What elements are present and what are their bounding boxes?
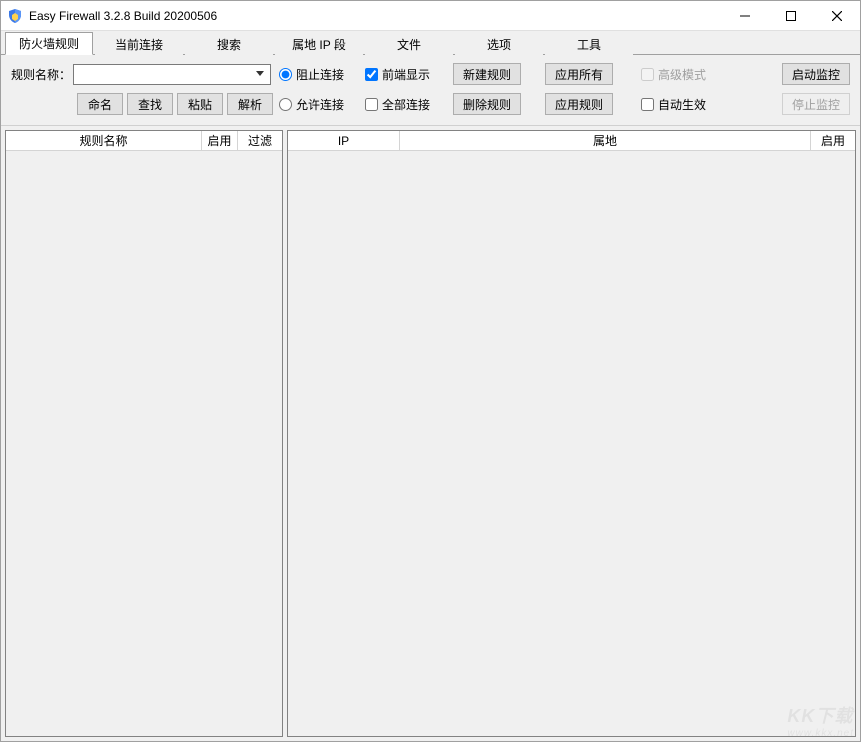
delete-rule-button[interactable]: 删除规则 xyxy=(453,93,521,115)
check-front-display[interactable]: 前端显示 xyxy=(365,66,443,83)
radio-allow-connection[interactable]: 允许连接 xyxy=(279,96,357,113)
toolbar-row-1: 规则名称： 阻止连接 前端显示 新建规则 应用所有 高级模 xyxy=(11,61,850,87)
name-button[interactable]: 命名 xyxy=(77,93,123,115)
col-ip[interactable]: IP xyxy=(288,131,400,150)
col-filter[interactable]: 过滤 xyxy=(238,131,282,150)
rules-list-body[interactable] xyxy=(6,151,282,736)
rule-name-label: 规则名称： xyxy=(11,66,73,83)
check-auto-effect[interactable]: 自动生效 xyxy=(641,96,719,113)
app-window: Easy Firewall 3.2.8 Build 20200506 防火墙规则… xyxy=(0,0,861,742)
col-enabled[interactable]: 启用 xyxy=(202,131,238,150)
check-all-connections[interactable]: 全部连接 xyxy=(365,96,443,113)
close-button[interactable] xyxy=(814,1,860,31)
parse-button[interactable]: 解析 xyxy=(227,93,273,115)
col-rule-name[interactable]: 规则名称 xyxy=(6,131,202,150)
tab-firewall-rules[interactable]: 防火墙规则 xyxy=(5,32,93,55)
app-shield-icon xyxy=(7,8,23,24)
stop-monitor-button: 停止监控 xyxy=(782,93,850,115)
window-title: Easy Firewall 3.2.8 Build 20200506 xyxy=(29,9,217,23)
tab-current-connections[interactable]: 当前连接 xyxy=(95,32,183,55)
apply-rule-button[interactable]: 应用规则 xyxy=(545,93,613,115)
rule-name-combo[interactable] xyxy=(73,64,271,85)
rules-panel: 规则名称 启用 过滤 xyxy=(5,130,283,737)
tab-tools[interactable]: 工具 xyxy=(545,32,633,55)
tab-file[interactable]: 文件 xyxy=(365,32,453,55)
tab-search[interactable]: 搜索 xyxy=(185,32,273,55)
ip-panel: IP 属地 启用 xyxy=(287,130,856,737)
paste-button[interactable]: 粘贴 xyxy=(177,93,223,115)
toolbar: 规则名称： 阻止连接 前端显示 新建规则 应用所有 高级模 xyxy=(1,55,860,126)
rules-column-headers: 规则名称 启用 过滤 xyxy=(6,131,282,151)
new-rule-button[interactable]: 新建规则 xyxy=(453,63,521,85)
radio-block-connection[interactable]: 阻止连接 xyxy=(279,66,357,83)
col-location[interactable]: 属地 xyxy=(400,131,811,150)
tab-options[interactable]: 选项 xyxy=(455,32,543,55)
tab-strip: 防火墙规则 当前连接 搜索 属地 IP 段 文件 选项 工具 xyxy=(1,31,860,55)
col-ip-enabled[interactable]: 启用 xyxy=(811,131,855,150)
ip-column-headers: IP 属地 启用 xyxy=(288,131,855,151)
ip-list-body[interactable] xyxy=(288,151,855,736)
apply-all-button[interactable]: 应用所有 xyxy=(545,63,613,85)
check-advanced-mode[interactable]: 高级模式 xyxy=(641,66,719,83)
maximize-button[interactable] xyxy=(768,1,814,31)
main-area: 规则名称 启用 过滤 IP 属地 启用 xyxy=(1,126,860,741)
find-button[interactable]: 查找 xyxy=(127,93,173,115)
minimize-button[interactable] xyxy=(722,1,768,31)
chevron-down-icon xyxy=(252,66,268,83)
toolbar-row-2: 命名 查找 粘贴 解析 允许连接 全部连接 删除规则 应用规则 自动生效 停止监… xyxy=(11,91,850,117)
tab-ip-location[interactable]: 属地 IP 段 xyxy=(275,32,363,55)
title-bar: Easy Firewall 3.2.8 Build 20200506 xyxy=(1,1,860,31)
start-monitor-button[interactable]: 启动监控 xyxy=(782,63,850,85)
